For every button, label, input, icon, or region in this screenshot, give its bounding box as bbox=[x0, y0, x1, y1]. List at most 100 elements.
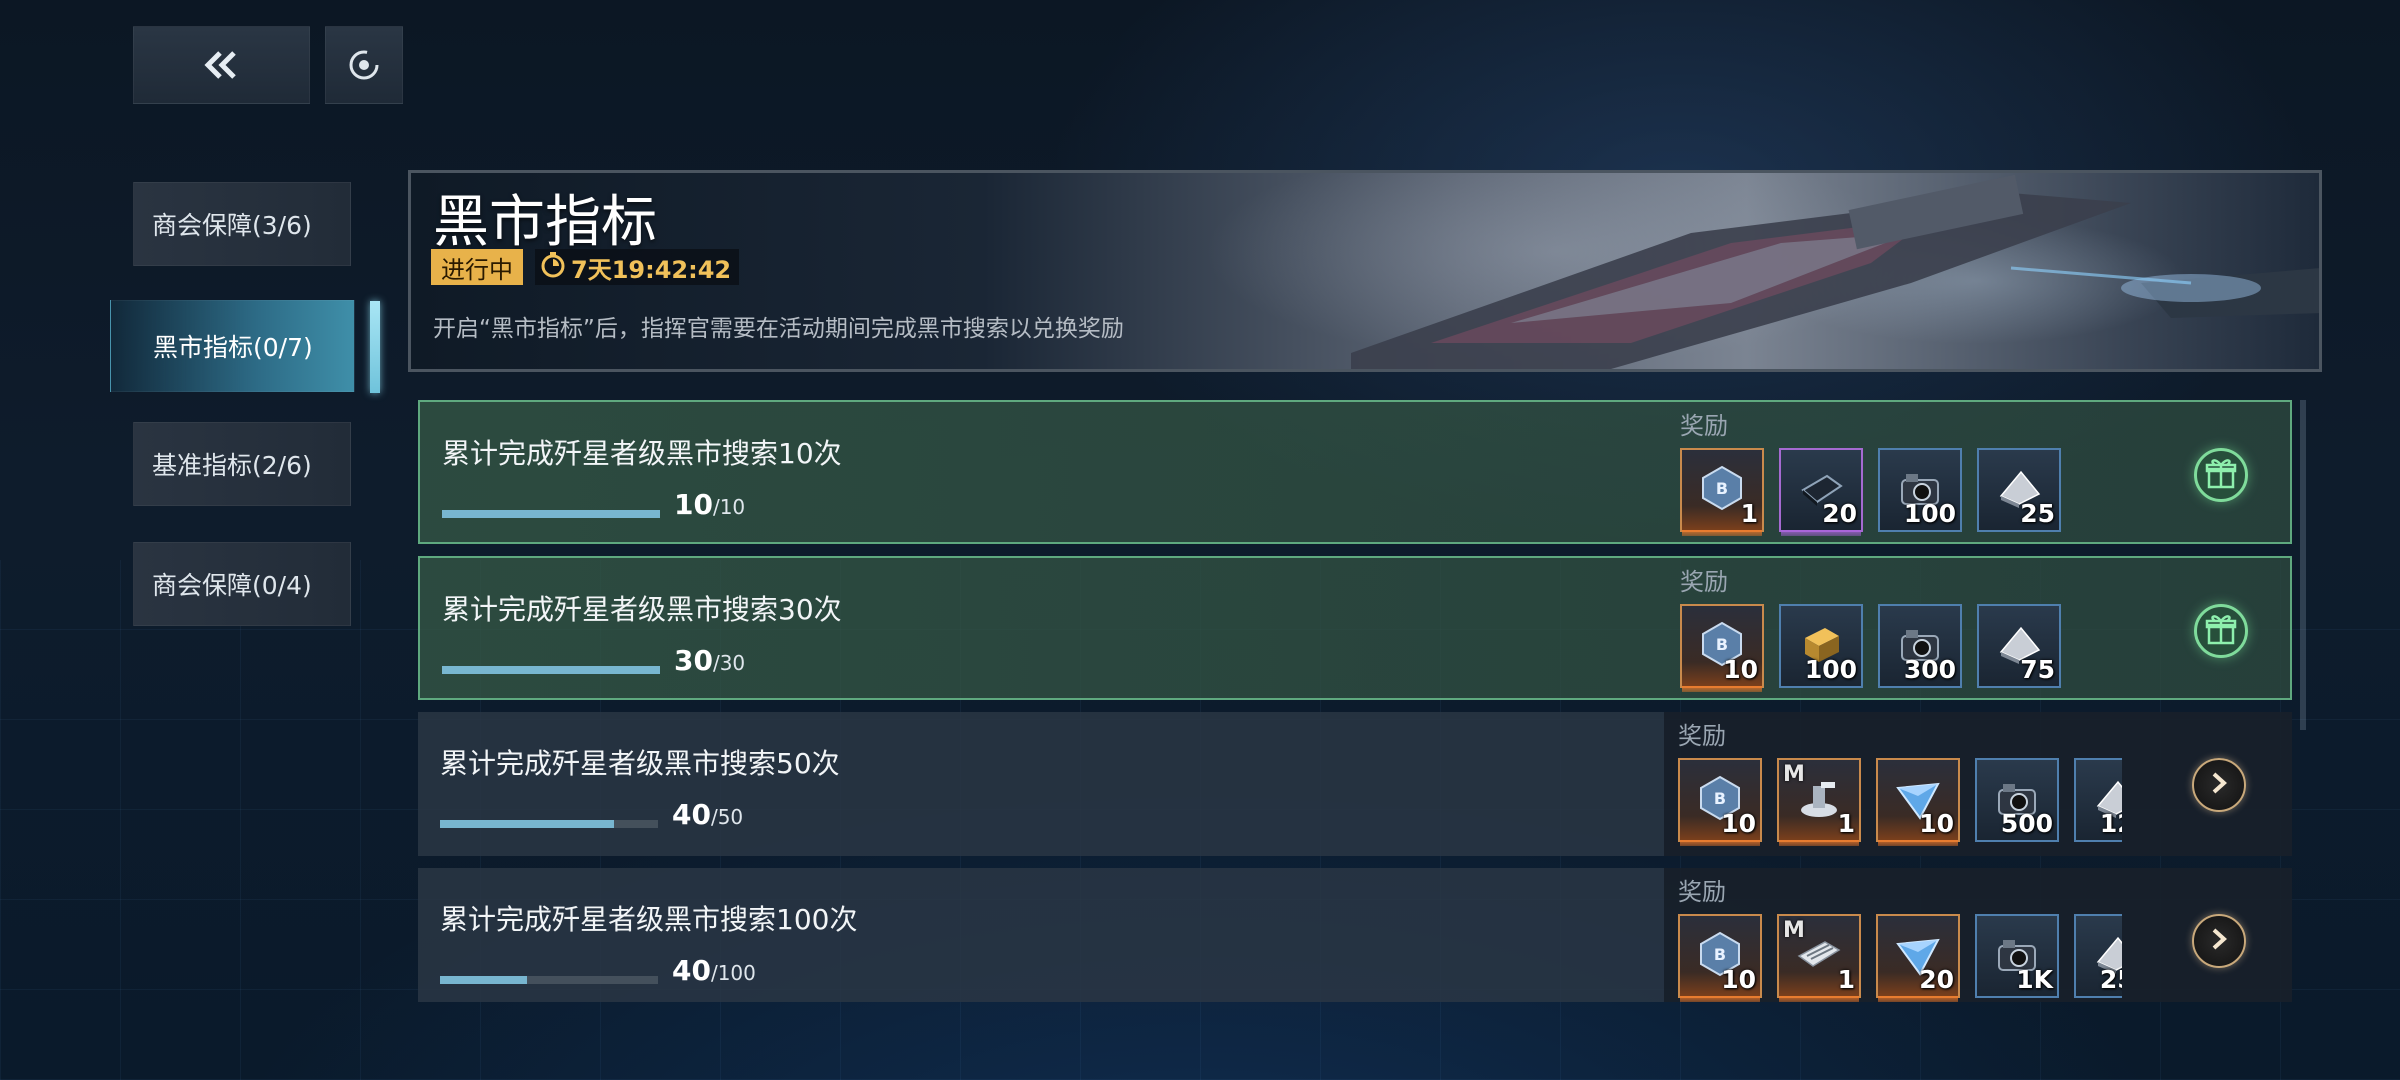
progress-current: 30 bbox=[674, 644, 713, 677]
reward-label: 奖励 bbox=[1680, 568, 1728, 596]
go-to-task-button[interactable] bbox=[2192, 914, 2246, 968]
chevron-right-icon bbox=[2206, 926, 2232, 956]
reward-count: 20 bbox=[1919, 965, 1954, 994]
reward-item[interactable]: B 10 bbox=[1680, 604, 1764, 692]
reward-label: 奖励 bbox=[1680, 412, 1728, 440]
claim-reward-button[interactable] bbox=[2194, 448, 2248, 502]
progress-bar bbox=[440, 976, 658, 984]
reward-count: 20 bbox=[1822, 499, 1857, 528]
reward-item[interactable]: B 10 bbox=[1678, 758, 1762, 846]
status-badge: 进行中 bbox=[431, 249, 523, 285]
reward-count: 1K bbox=[2016, 965, 2053, 994]
sidebar-item-label: 基准指标(2/6) bbox=[152, 451, 312, 480]
reward-list: B 10 100 300 75 bbox=[1680, 604, 2124, 692]
reward-item[interactable]: 20 bbox=[1876, 914, 1960, 1002]
countdown-timer: 7天19:42:42 bbox=[535, 249, 740, 285]
reward-item[interactable]: 100 bbox=[1878, 448, 1962, 532]
double-chevron-left-icon bbox=[202, 50, 242, 80]
progress-text: 40/100 bbox=[672, 954, 756, 987]
reward-count: 100 bbox=[1804, 655, 1857, 684]
reward-list: B 1 20 100 25 bbox=[1680, 448, 2124, 536]
progress-bar bbox=[442, 666, 660, 674]
reward-item[interactable]: 25 bbox=[1977, 448, 2061, 532]
gift-icon bbox=[2203, 611, 2239, 651]
reward-count: 100 bbox=[1903, 499, 1956, 528]
task-row: 累计完成歼星者级黑市搜索10次 10/10 奖励 B 1 20 100 25 bbox=[418, 400, 2292, 544]
progress-current: 40 bbox=[672, 954, 711, 987]
progress-fill bbox=[442, 510, 660, 518]
reward-count: 1 bbox=[1837, 965, 1855, 994]
progress-total: /30 bbox=[712, 651, 746, 675]
task-row: 累计完成歼星者级黑市搜索50次40/50奖励B10M110500125 bbox=[418, 712, 2292, 856]
refresh-icon bbox=[346, 47, 382, 83]
reward-item[interactable]: 1K bbox=[1975, 914, 2059, 998]
task-row: 累计完成歼星者级黑市搜索100次40/100奖励B10M1201K250 bbox=[418, 868, 2292, 1002]
scrollbar[interactable] bbox=[2300, 400, 2306, 730]
reward-count: 10 bbox=[1721, 965, 1756, 994]
reward-count: 10 bbox=[1721, 809, 1756, 838]
reward-label: 奖励 bbox=[1678, 722, 1726, 750]
reward-item[interactable]: M1 bbox=[1777, 758, 1861, 846]
progress-total: /100 bbox=[710, 961, 756, 985]
reward-count: 500 bbox=[2000, 809, 2053, 838]
progress-total: /50 bbox=[710, 805, 744, 829]
reward-count: 25 bbox=[2020, 499, 2055, 528]
sidebar-item-label: 商会保障(3/6) bbox=[152, 211, 312, 240]
back-button[interactable] bbox=[133, 26, 310, 104]
task-name: 累计完成歼星者级黑市搜索30次 bbox=[442, 593, 842, 626]
progress-bar bbox=[440, 820, 658, 828]
sidebar-item-black-market[interactable]: 黑市指标(0/7) bbox=[110, 300, 380, 393]
go-to-task-button[interactable] bbox=[2192, 758, 2246, 812]
gift-icon bbox=[2203, 455, 2239, 495]
progress-current: 40 bbox=[672, 798, 711, 831]
sidebar-item-guild-guarantee-2[interactable]: 商会保障(0/4) bbox=[133, 542, 351, 626]
svg-text:B: B bbox=[1716, 479, 1728, 498]
progress-fill bbox=[440, 820, 615, 828]
starship-illustration bbox=[1351, 174, 2319, 369]
reward-count: 10 bbox=[1723, 655, 1758, 684]
task-list: 累计完成歼星者级黑市搜索10次 10/10 奖励 B 1 20 100 25 累计完成歼星者级黑… bbox=[418, 400, 2294, 1002]
sidebar-item-benchmark[interactable]: 基准指标(2/6) bbox=[133, 422, 351, 506]
task-name: 累计完成歼星者级黑市搜索50次 bbox=[440, 747, 840, 780]
reward-count: 125 bbox=[2099, 809, 2122, 838]
banner-title: 黑市指标 bbox=[433, 190, 657, 255]
sidebar-item-label: 商会保障(0/4) bbox=[152, 571, 312, 600]
timer-text: 7天19:42:42 bbox=[571, 255, 732, 284]
reward-item[interactable]: 20 bbox=[1779, 448, 1863, 536]
progress-fill bbox=[442, 666, 660, 674]
progress-text: 40/50 bbox=[672, 798, 743, 831]
progress-current: 10 bbox=[674, 488, 713, 521]
reward-list: B10M1201K250 bbox=[1678, 914, 2122, 1002]
progress-total: /10 bbox=[712, 495, 746, 519]
reward-item[interactable]: 100 bbox=[1779, 604, 1863, 688]
sidebar-item-guild-guarantee[interactable]: 商会保障(3/6) bbox=[133, 182, 351, 266]
reward-item[interactable]: B 10 bbox=[1678, 914, 1762, 1002]
task-name: 累计完成歼星者级黑市搜索100次 bbox=[440, 903, 858, 936]
task-info-panel bbox=[418, 712, 1664, 856]
reward-mark: M bbox=[1783, 918, 1805, 943]
reward-item[interactable]: M1 bbox=[1777, 914, 1861, 1002]
reward-item[interactable]: 75 bbox=[1977, 604, 2061, 688]
stopwatch-icon bbox=[539, 250, 567, 284]
svg-text:B: B bbox=[1714, 945, 1726, 964]
banner-description: 开启“黑市指标”后，指挥官需要在活动期间完成黑市搜索以兑换奖励 bbox=[433, 316, 1124, 342]
reward-mark: M bbox=[1783, 762, 1805, 787]
reward-item[interactable]: 250 bbox=[2074, 914, 2122, 998]
sidebar-item-label: 黑市指标(0/7) bbox=[153, 333, 313, 362]
reward-item[interactable]: 10 bbox=[1876, 758, 1960, 846]
reward-item[interactable]: 500 bbox=[1975, 758, 2059, 842]
svg-text:B: B bbox=[1714, 789, 1726, 808]
reward-count: 250 bbox=[2099, 965, 2122, 994]
refresh-button[interactable] bbox=[325, 26, 403, 104]
reward-list: B10M110500125 bbox=[1678, 758, 2122, 846]
reward-item[interactable]: 125 bbox=[2074, 758, 2122, 842]
reward-item[interactable]: B1 bbox=[1680, 448, 1764, 536]
claim-reward-button[interactable] bbox=[2194, 604, 2248, 658]
chevron-right-icon bbox=[2206, 770, 2232, 800]
reward-item[interactable]: 300 bbox=[1878, 604, 1962, 688]
progress-fill bbox=[440, 976, 528, 984]
progress-text: 30/30 bbox=[674, 644, 745, 677]
reward-count: 300 bbox=[1903, 655, 1956, 684]
progress-bar bbox=[442, 510, 660, 518]
reward-count: 1 bbox=[1837, 809, 1855, 838]
